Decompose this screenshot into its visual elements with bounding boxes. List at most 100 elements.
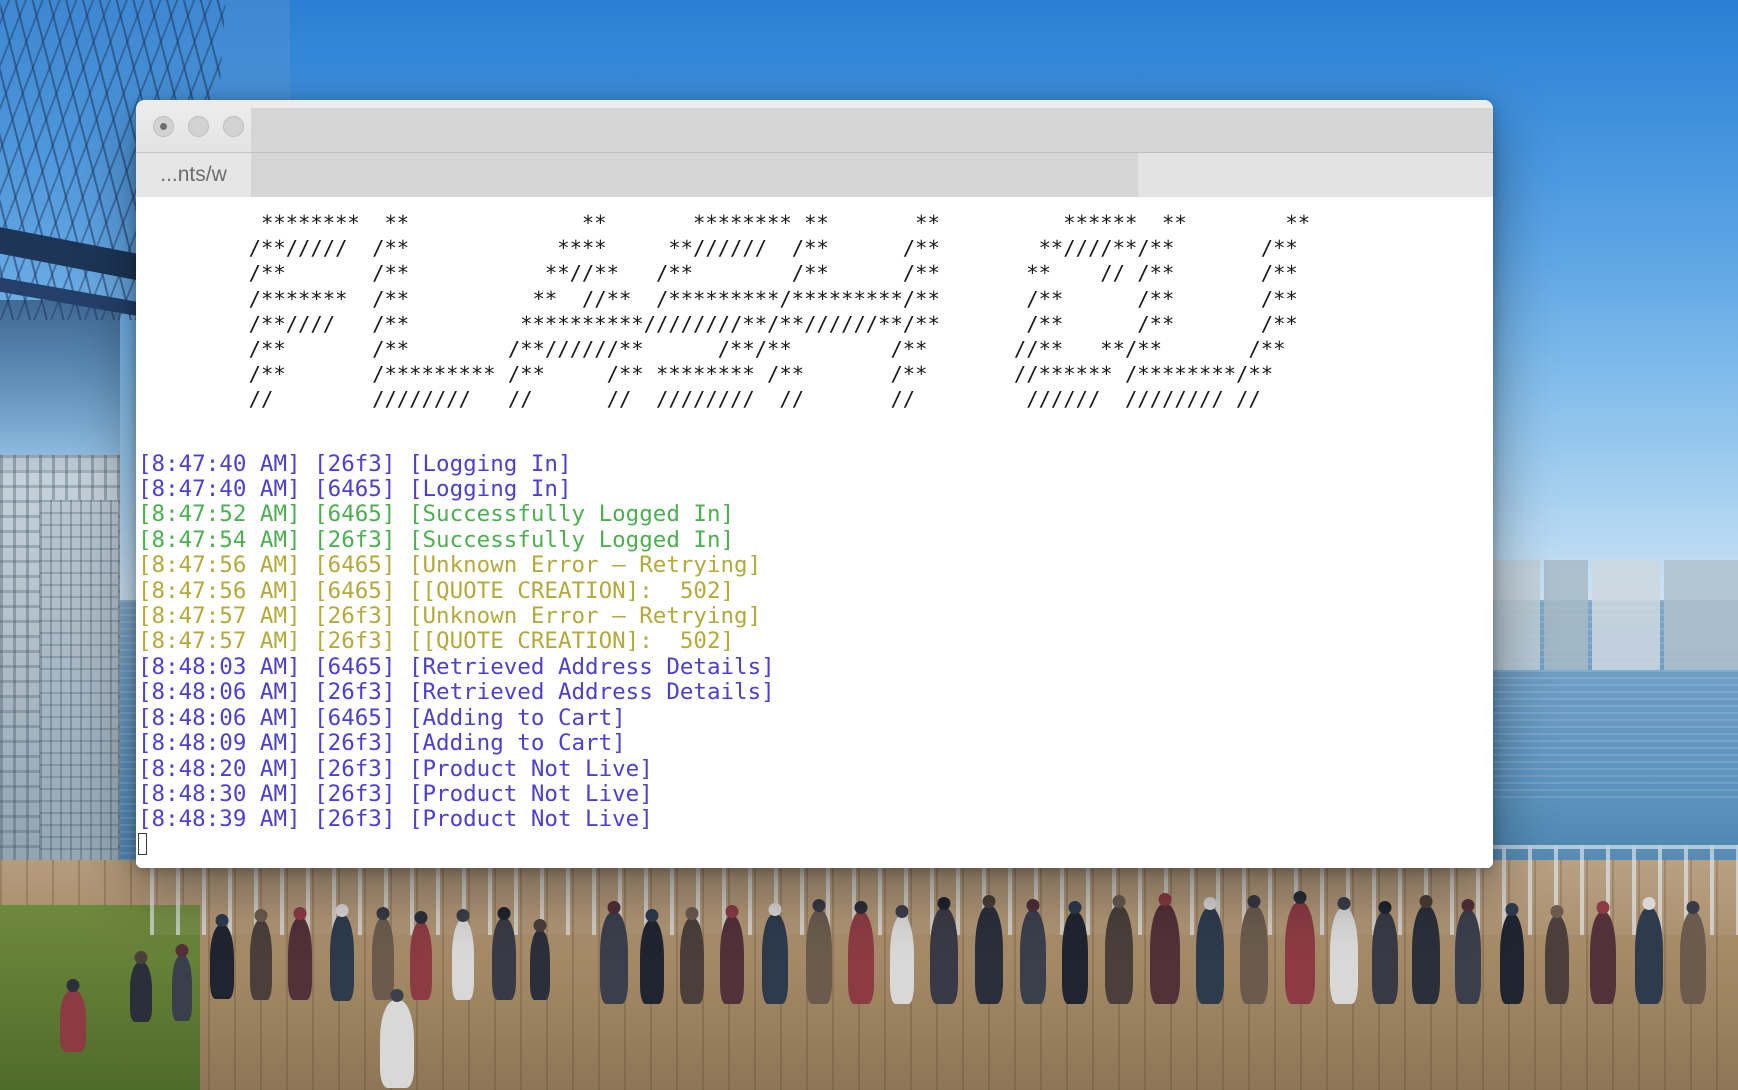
wallpaper-building-left-2 — [40, 500, 118, 875]
log-timestamp: [8:47:52 AM] — [138, 501, 301, 528]
wallpaper-person-head — [1419, 895, 1433, 908]
log-timestamp: [8:47:56 AM] — [138, 577, 301, 604]
log-worker-id: [6465] — [314, 552, 396, 579]
log-timestamp: [8:48:20 AM] — [138, 755, 301, 782]
wallpaper-person — [1545, 905, 1569, 1004]
log-worker-id: [6465] — [314, 704, 396, 731]
wallpaper-person-head — [895, 905, 909, 918]
log-line: [8:48:06 AM] [6465] [Adding to Cart] — [138, 704, 1493, 731]
log-timestamp: [8:48:39 AM] — [138, 806, 301, 833]
wallpaper-person — [1635, 897, 1663, 1004]
log-timestamp: [8:48:03 AM] — [138, 653, 301, 680]
wallpaper-person-head — [1337, 897, 1351, 910]
wallpaper-person-head — [1550, 905, 1564, 918]
wallpaper-person-head — [607, 901, 621, 914]
wallpaper-person-head — [175, 944, 189, 957]
wallpaper-person-head — [254, 909, 268, 922]
log-line: [8:47:54 AM] [26f3] [Successfully Logged… — [138, 526, 1493, 553]
zoom-button[interactable] — [223, 116, 244, 137]
block-cursor-icon — [138, 832, 147, 855]
wallpaper-person — [1372, 901, 1398, 1004]
ascii-art-banner: ******** ** ** ******** ** ** ****** ** … — [248, 211, 1311, 412]
log-message: [[QUOTE CREATION]: 502] — [408, 577, 735, 604]
wallpaper-person-head — [390, 989, 404, 1002]
wallpaper-person-head — [456, 909, 470, 922]
log-line: [8:48:03 AM] [6465] [Retrieved Address D… — [138, 653, 1493, 680]
wallpaper-person-head — [685, 907, 699, 920]
log-timestamp: [8:47:57 AM] — [138, 628, 301, 655]
wallpaper-person-head — [376, 907, 390, 920]
log-message: [Successfully Logged In] — [408, 501, 735, 528]
terminal-window[interactable]: ...nts/w ******** ** ** ******** ** ** *… — [136, 100, 1493, 868]
wallpaper-person — [130, 951, 152, 1022]
log-timestamp: [8:47:54 AM] — [138, 526, 301, 553]
log-line: [8:47:56 AM] [6465] [[QUOTE CREATION]: 5… — [138, 577, 1493, 604]
wallpaper-person-head — [1247, 895, 1261, 908]
wallpaper-person — [250, 909, 272, 1000]
wallpaper-person — [1105, 895, 1133, 1004]
wallpaper-person — [848, 901, 874, 1004]
wallpaper-person — [680, 907, 704, 1004]
log-message: [Unknown Error – Retrying] — [408, 603, 762, 630]
log-worker-id: [6465] — [314, 653, 396, 680]
wallpaper-person — [1590, 901, 1616, 1004]
wallpaper-person — [1150, 893, 1180, 1004]
wallpaper-person-head — [1293, 891, 1307, 904]
log-timestamp: [8:48:09 AM] — [138, 730, 301, 757]
log-message: [Successfully Logged In] — [408, 526, 735, 553]
log-line: [8:48:30 AM] [26f3] [Product Not Live] — [138, 781, 1493, 807]
wallpaper-person — [410, 911, 432, 1000]
wallpaper-person — [210, 914, 234, 999]
log-line: [8:47:56 AM] [6465] [Unknown Error – Ret… — [138, 553, 1493, 578]
wallpaper-person — [890, 905, 914, 1004]
minimize-button[interactable] — [188, 116, 209, 137]
wallpaper-person — [1062, 901, 1088, 1004]
wallpaper-person — [1500, 903, 1524, 1004]
wallpaper-person-head — [982, 895, 996, 908]
log-message: [Product Not Live] — [408, 806, 653, 833]
wallpaper-person-head — [1596, 901, 1610, 914]
wallpaper-person — [1680, 901, 1706, 1004]
tab-strip-background — [251, 108, 1493, 153]
log-message: [Product Not Live] — [408, 755, 653, 782]
log-line: [8:47:40 AM] [26f3] [Logging In] — [138, 450, 1493, 477]
wallpaper-person-head — [1068, 901, 1082, 914]
log-message: [Unknown Error – Retrying] — [408, 552, 762, 579]
active-tab[interactable]: ...nts/w — [136, 153, 251, 197]
wallpaper-person-head — [937, 897, 951, 910]
log-timestamp: [8:47:57 AM] — [138, 603, 301, 630]
window-titlebar[interactable] — [136, 100, 1493, 153]
log-timestamp: [8:48:06 AM] — [138, 704, 301, 731]
wallpaper-person — [1412, 895, 1440, 1004]
log-line: [8:47:52 AM] [6465] [Successfully Logged… — [138, 502, 1493, 527]
log-worker-id: [6465] — [314, 501, 396, 528]
wallpaper-person — [600, 901, 628, 1004]
tab-label: ...nts/w — [160, 163, 227, 186]
log-message: [Logging In] — [408, 476, 572, 503]
wallpaper-person — [172, 944, 192, 1021]
wallpaper-person-head — [293, 907, 307, 920]
wallpaper-person — [1330, 897, 1358, 1004]
log-message: [Logging In] — [408, 450, 572, 477]
wallpaper-person-head — [1505, 903, 1519, 916]
wallpaper-person — [1455, 899, 1481, 1004]
wallpaper-person-head — [768, 903, 782, 916]
log-line: [8:48:09 AM] [26f3] [Adding to Cart] — [138, 730, 1493, 757]
log-worker-id: [26f3] — [314, 526, 396, 553]
wallpaper-person-head — [1112, 895, 1126, 908]
close-button[interactable] — [153, 116, 174, 137]
terminal-body[interactable]: ******** ** ** ******** ** ** ****** ** … — [136, 197, 1493, 868]
log-line: [8:48:06 AM] [26f3] [Retrieved Address D… — [138, 680, 1493, 705]
wallpaper-person-head — [725, 905, 739, 918]
wallpaper-person — [640, 909, 664, 1004]
log-worker-id: [26f3] — [314, 603, 396, 630]
log-output-list: [8:47:40 AM] [26f3] [Logging In] [8:47:40… — [136, 450, 1493, 833]
log-timestamp: [8:48:06 AM] — [138, 679, 301, 706]
wallpaper-person-head — [66, 979, 80, 992]
wallpaper-person-head — [1461, 899, 1475, 912]
log-worker-id: [26f3] — [314, 450, 396, 477]
wallpaper-person — [1285, 891, 1315, 1004]
wallpaper-person-head — [1686, 901, 1700, 914]
log-message: [Retrieved Address Details] — [408, 653, 775, 680]
log-line: [8:48:20 AM] [26f3] [Product Not Live] — [138, 755, 1493, 782]
